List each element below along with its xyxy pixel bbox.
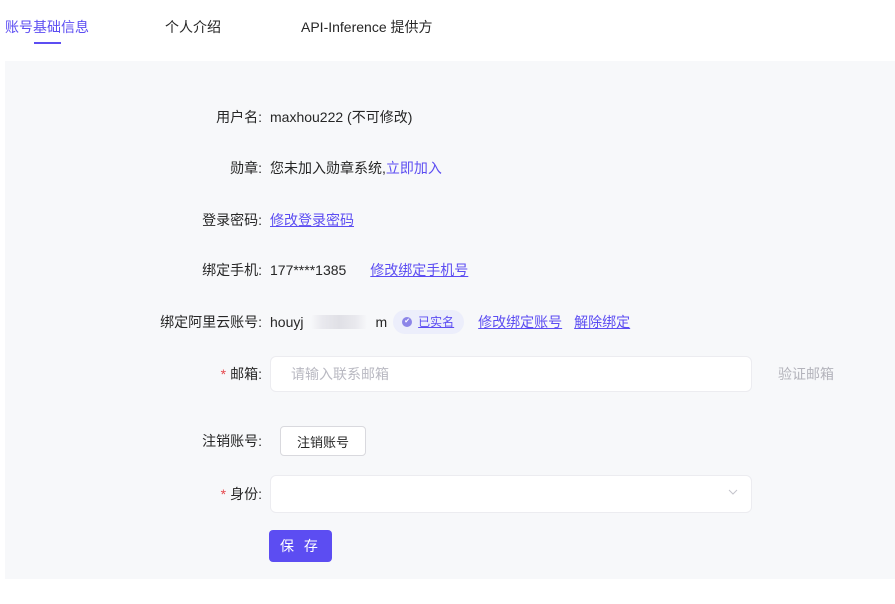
identity-select[interactable]	[270, 475, 752, 513]
email-label: * 邮箱:	[221, 362, 262, 386]
email-label-text: 邮箱:	[230, 366, 262, 382]
verify-email-button[interactable]: 验证邮箱	[778, 356, 834, 392]
required-mark: *	[220, 366, 227, 382]
aliyun-account-value-end: m	[375, 314, 388, 330]
tab-bar: 账号基础信息 个人介绍 API-Inference 提供方	[0, 0, 895, 60]
change-password-link[interactable]: 修改登录密码	[270, 208, 354, 232]
save-button[interactable]: 保 存	[269, 530, 332, 562]
redacted-mask	[311, 315, 368, 329]
check-circle-icon: ✔	[402, 317, 413, 327]
username-value: maxhou222 (不可修改)	[270, 109, 413, 125]
verified-text[interactable]: 已实名	[418, 310, 454, 334]
badge-row: 您未加入勋章系统, 立即加入	[270, 156, 442, 180]
email-placeholder: 请输入联系邮箱	[291, 366, 389, 382]
tab-api-inference-provider[interactable]: API-Inference 提供方	[301, 17, 433, 37]
phone-label: 绑定手机:	[202, 262, 262, 278]
cancel-account-button[interactable]: 注销账号	[280, 426, 366, 456]
password-label: 登录密码:	[202, 212, 262, 228]
chevron-down-icon	[728, 489, 738, 495]
required-mark: *	[220, 486, 227, 502]
email-input[interactable]: 请输入联系邮箱	[270, 356, 752, 392]
change-aliyun-link[interactable]: 修改绑定账号	[478, 310, 562, 334]
cancel-account-label: 注销账号:	[202, 433, 262, 449]
identity-label-text: 身份:	[230, 486, 262, 502]
aliyun-account-row: houyj m ✔ 已实名 修改绑定账号 解除绑定	[270, 310, 630, 334]
phone-row: 177****1385 修改绑定手机号	[270, 258, 468, 282]
verified-badge: ✔ 已实名	[393, 310, 465, 334]
aliyun-account-value-start: houyj	[270, 314, 304, 330]
badge-status-text: 您未加入勋章系统,	[270, 160, 386, 176]
change-phone-link[interactable]: 修改绑定手机号	[370, 258, 468, 282]
active-tab-indicator	[34, 42, 61, 44]
password-row: 修改登录密码	[270, 208, 354, 232]
badge-label: 勋章:	[230, 160, 262, 176]
unbind-aliyun-link[interactable]: 解除绑定	[574, 310, 630, 334]
aliyun-account-label: 绑定阿里云账号:	[160, 314, 262, 330]
join-badge-link[interactable]: 立即加入	[386, 156, 442, 180]
tab-personal-intro[interactable]: 个人介绍	[165, 17, 221, 37]
username-label: 用户名:	[216, 109, 262, 125]
phone-value: 177****1385	[270, 262, 347, 278]
tab-account-basic-info[interactable]: 账号基础信息	[5, 17, 89, 37]
identity-label: * 身份:	[221, 482, 262, 506]
